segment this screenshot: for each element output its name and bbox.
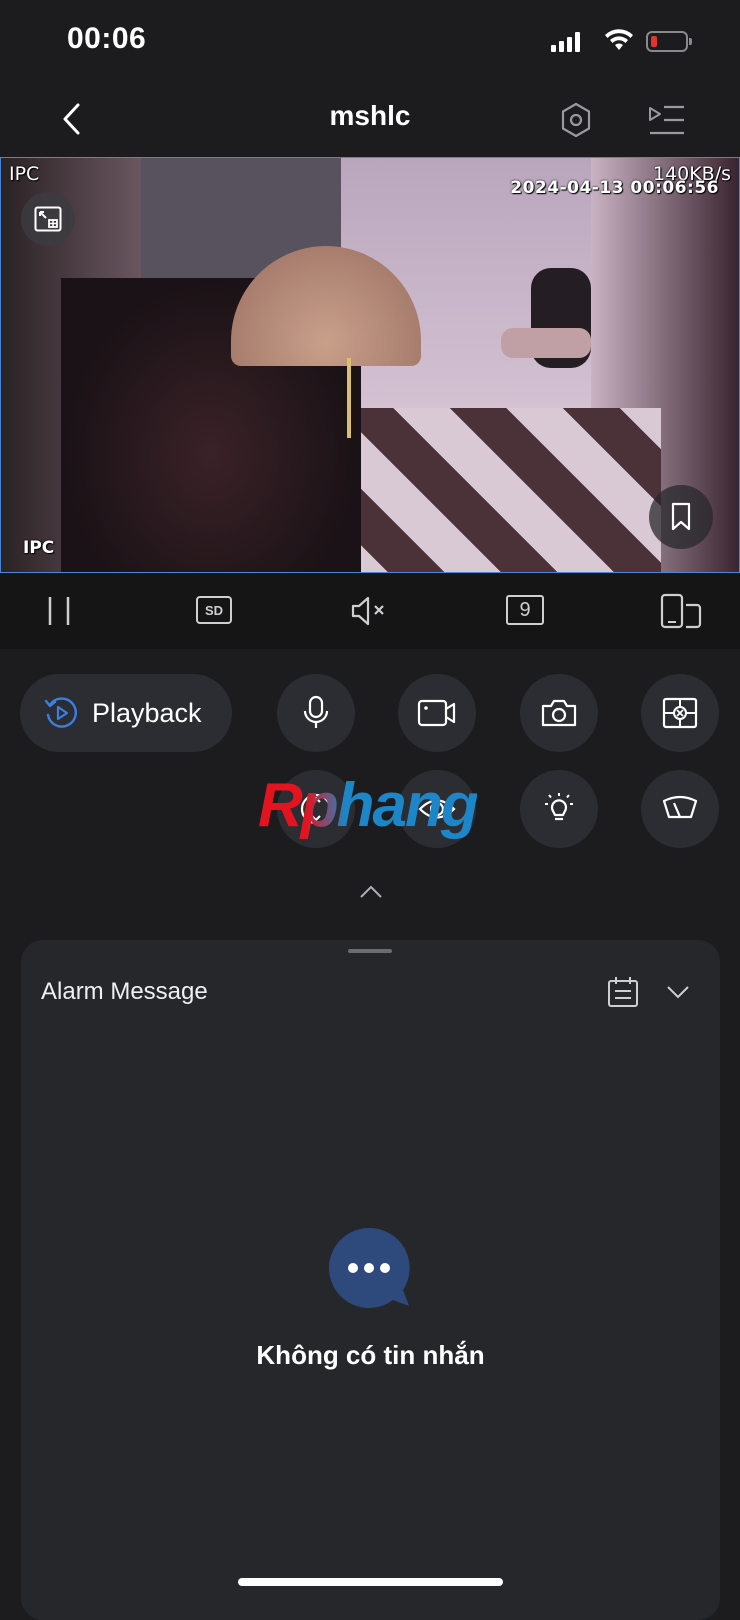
video-toolbar: SD 9	[0, 573, 740, 649]
playback-button[interactable]: Playback	[20, 674, 232, 752]
microphone-icon	[303, 695, 329, 728]
device-list-icon[interactable]	[648, 104, 686, 136]
talk-button[interactable]	[277, 674, 355, 752]
playback-label: Playback	[92, 697, 202, 728]
record-button[interactable]	[398, 674, 476, 752]
status-time: 00:06	[67, 22, 147, 55]
quality-sd-label: SD	[204, 602, 224, 618]
home-indicator	[238, 1578, 503, 1586]
split-screen-button[interactable]: 9	[506, 595, 544, 625]
chat-bubble-icon	[329, 1227, 410, 1308]
watermark-logo: Rphang	[258, 771, 479, 840]
wiper-icon	[662, 795, 698, 819]
pause-icon[interactable]	[46, 595, 72, 627]
window-mode-icon	[34, 206, 62, 232]
alarm-panel: Alarm Message Không có tin nhắn	[21, 940, 720, 1620]
playback-icon	[44, 697, 77, 728]
bookmark-icon	[671, 502, 691, 531]
snapshot-button[interactable]	[520, 674, 598, 752]
alarm-title: Alarm Message	[41, 978, 208, 1005]
grid-close-icon	[662, 697, 698, 729]
split-screen-label: 9	[519, 598, 531, 621]
quality-sd-button[interactable]: SD	[196, 596, 232, 624]
camera-icon	[541, 699, 577, 727]
battery-icon	[646, 31, 692, 52]
video-timestamp: 2024-04-13 00:06:56	[510, 178, 719, 198]
chevron-up-icon[interactable]	[358, 884, 384, 900]
page-title: mshlc	[329, 100, 411, 131]
wifi-icon	[605, 29, 633, 50]
wiper-button[interactable]	[641, 770, 719, 848]
light-button[interactable]	[520, 770, 598, 848]
channel-label-top: IPC	[9, 163, 40, 185]
bookmark-button[interactable]	[649, 485, 713, 549]
calendar-icon[interactable]	[607, 976, 639, 1008]
window-mode-button[interactable]	[21, 192, 75, 246]
light-bulb-icon	[545, 793, 573, 821]
signal-icon	[551, 32, 581, 52]
window-close-button[interactable]	[641, 674, 719, 752]
mute-icon[interactable]	[350, 595, 390, 627]
video-record-icon	[417, 699, 456, 727]
chevron-down-icon[interactable]	[665, 984, 691, 1000]
fullscreen-rotate-icon[interactable]	[660, 593, 702, 629]
empty-state-text: Không có tin nhắn	[256, 1340, 485, 1370]
drag-handle[interactable]	[348, 949, 392, 953]
live-video[interactable]: IPC 140KB/s 2024-04-13 00:06:56 IPC	[0, 157, 740, 573]
settings-icon[interactable]	[560, 102, 592, 138]
channel-label-bottom: IPC	[23, 538, 55, 558]
